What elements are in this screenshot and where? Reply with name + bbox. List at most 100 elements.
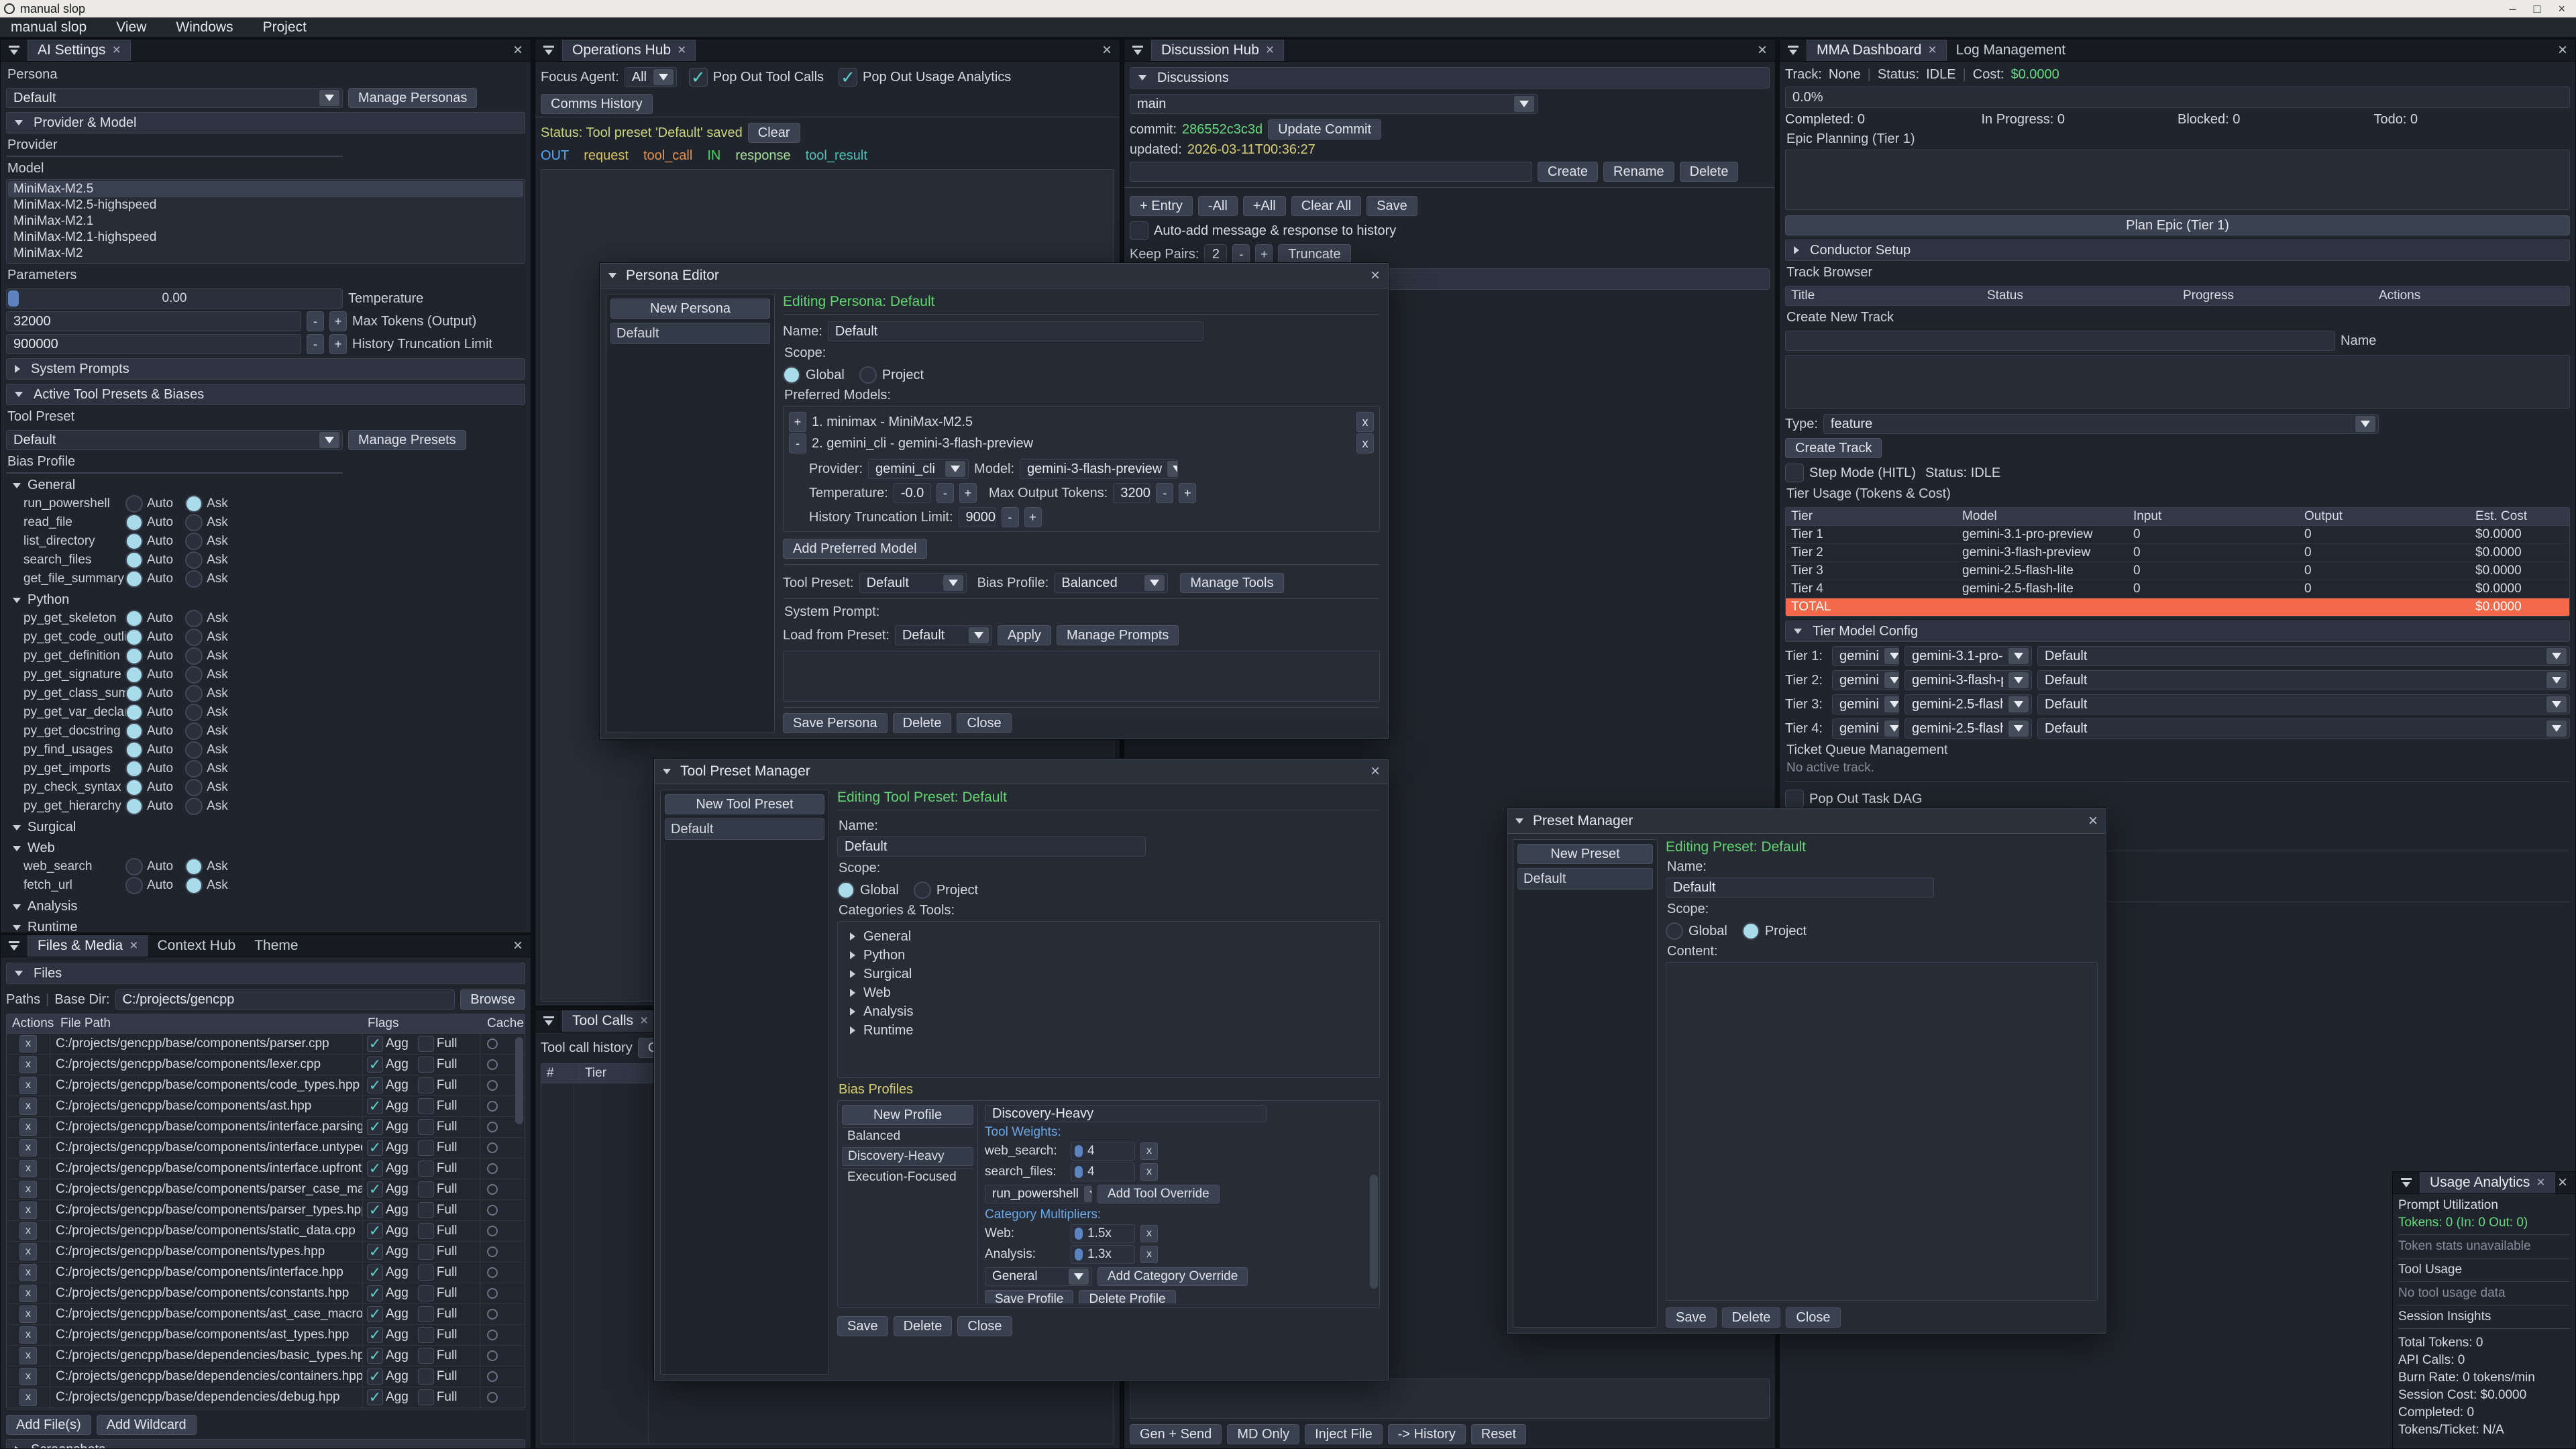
increment-button[interactable]: + <box>959 483 977 503</box>
panel-close-icon[interactable]: × <box>2558 40 2567 61</box>
full-checkbox[interactable] <box>418 1140 434 1156</box>
remove-file-button[interactable]: x <box>19 1077 37 1094</box>
full-checkbox[interactable] <box>418 1181 434 1197</box>
remove-file-button[interactable]: x <box>19 1222 37 1240</box>
category-item[interactable]: General <box>850 927 1377 946</box>
full-checkbox[interactable] <box>418 1389 434 1405</box>
tab-theme[interactable]: Theme <box>245 935 307 957</box>
send-action-button[interactable]: -> History <box>1388 1424 1466 1444</box>
panel-close-icon[interactable]: × <box>1758 40 1767 61</box>
full-checkbox[interactable] <box>418 1119 434 1135</box>
model-list-item[interactable]: MiniMax-M2.1-highspeed <box>8 229 523 246</box>
maximize-icon[interactable]: □ <box>2534 2 2541 16</box>
add-preferred-model-button[interactable]: Add Preferred Model <box>783 539 927 559</box>
tool-preset-select[interactable]: Default <box>859 573 967 593</box>
tier-preset-select[interactable]: Default <box>2037 670 2570 690</box>
ask-radio[interactable] <box>185 666 203 684</box>
dock-collapse-icon[interactable] <box>535 1010 562 1032</box>
increment-button[interactable]: + <box>329 334 347 354</box>
full-checkbox[interactable] <box>418 1057 434 1073</box>
auto-radio[interactable] <box>125 570 143 588</box>
manage-prompts-button[interactable]: Manage Prompts <box>1057 625 1179 645</box>
plan-epic-button[interactable]: Plan Epic (Tier 1) <box>1785 215 2570 235</box>
new-profile-button[interactable]: New Profile <box>842 1105 973 1125</box>
remove-weight-button[interactable]: x <box>1140 1142 1158 1160</box>
ask-radio[interactable] <box>185 877 203 894</box>
panel-close-icon[interactable]: × <box>513 935 523 957</box>
persona-name-input[interactable]: Default <box>828 321 1203 341</box>
decrement-button[interactable]: - <box>936 483 954 503</box>
remove-multiplier-button[interactable]: x <box>1140 1225 1158 1242</box>
full-checkbox[interactable] <box>418 1327 434 1343</box>
reorder-button[interactable]: - <box>789 433 806 453</box>
remove-file-button[interactable]: x <box>19 1264 37 1281</box>
save-button[interactable]: Save <box>837 1316 888 1336</box>
track-type-select[interactable]: feature <box>1823 414 2379 434</box>
full-checkbox[interactable] <box>418 1223 434 1239</box>
agg-checkbox[interactable] <box>367 1368 383 1385</box>
auto-radio[interactable] <box>125 629 143 646</box>
bias-profile-select[interactable]: Balanced <box>6 472 343 474</box>
category-item[interactable]: Web <box>850 983 1377 1002</box>
add-category-override-button[interactable]: Add Category Override <box>1097 1267 1248 1286</box>
dock-collapse-icon[interactable] <box>1780 40 1807 61</box>
close-icon[interactable]: × <box>1371 762 1380 781</box>
manage-presets-button[interactable]: Manage Presets <box>348 430 466 450</box>
tool-group-python[interactable]: Python <box>13 592 525 608</box>
tab-close-icon[interactable]: × <box>129 938 138 954</box>
tab-tool-calls[interactable]: Tool Calls× <box>562 1010 658 1032</box>
agg-checkbox[interactable] <box>367 1036 383 1052</box>
scope-project-radio[interactable] <box>859 366 877 384</box>
full-checkbox[interactable] <box>418 1348 434 1364</box>
agg-checkbox[interactable] <box>367 1285 383 1301</box>
auto-radio[interactable] <box>125 533 143 550</box>
auto-radio[interactable] <box>125 647 143 665</box>
tab-close-icon[interactable]: × <box>640 1013 648 1029</box>
max-output-tokens-input[interactable]: 32000 <box>1113 483 1150 503</box>
epic-planning-textarea[interactable] <box>1785 150 2570 210</box>
tab-ai-settings[interactable]: AI Settings× <box>28 40 131 61</box>
auto-radio[interactable] <box>125 760 143 777</box>
full-checkbox[interactable] <box>418 1265 434 1281</box>
remove-file-button[interactable]: x <box>19 1181 37 1198</box>
add-tool-override-button[interactable]: Add Tool Override <box>1097 1185 1220 1203</box>
close-dialog-button[interactable]: Close <box>957 1316 1012 1336</box>
remove-file-button[interactable]: x <box>19 1305 37 1323</box>
auto-radio[interactable] <box>125 666 143 684</box>
ask-radio[interactable] <box>185 779 203 796</box>
menu-item[interactable]: manual slop <box>11 19 87 36</box>
ask-radio[interactable] <box>185 760 203 777</box>
auto-radio[interactable] <box>125 514 143 531</box>
auto-radio[interactable] <box>125 722 143 740</box>
add-files-button[interactable]: Add File(s) <box>6 1415 91 1435</box>
agg-checkbox[interactable] <box>367 1202 383 1218</box>
close-icon[interactable]: × <box>2088 812 2098 830</box>
full-checkbox[interactable] <box>418 1306 434 1322</box>
close-icon[interactable]: × <box>1371 266 1380 285</box>
entry-button[interactable]: +All <box>1243 196 1286 216</box>
full-checkbox[interactable] <box>418 1161 434 1177</box>
full-checkbox[interactable] <box>418 1285 434 1301</box>
max-tokens-input[interactable]: 32000 <box>6 311 301 331</box>
base-dir-input[interactable]: C:/projects/gencpp <box>115 989 455 1010</box>
remove-model-button[interactable]: x <box>1356 433 1374 453</box>
tool-preset-list-item[interactable]: Default <box>665 818 824 840</box>
menu-item[interactable]: View <box>116 19 146 36</box>
remove-file-button[interactable]: x <box>19 1035 37 1053</box>
entry-button[interactable]: + Entry <box>1130 196 1193 216</box>
tool-group-web[interactable]: Web <box>13 841 525 856</box>
delete-button[interactable]: Delete <box>1722 1307 1781 1328</box>
auto-radio[interactable] <box>125 704 143 721</box>
tab-log-management[interactable]: Log Management <box>1947 40 2075 61</box>
tier-model-config-section-header[interactable]: Tier Model Config <box>1785 621 2570 642</box>
agg-checkbox[interactable] <box>367 1389 383 1405</box>
preset-list-item[interactable]: Default <box>1517 868 1653 890</box>
collapse-triangle-icon[interactable] <box>1515 818 1523 824</box>
dock-collapse-icon[interactable] <box>2393 1172 2420 1193</box>
provider-model-section-header[interactable]: Provider & Model <box>6 112 525 133</box>
tab-close-icon[interactable]: × <box>678 42 686 58</box>
comms-history-tab[interactable]: Comms History <box>541 94 653 114</box>
reorder-button[interactable]: + <box>789 412 806 432</box>
ask-radio[interactable] <box>185 514 203 531</box>
full-checkbox[interactable] <box>418 1098 434 1114</box>
